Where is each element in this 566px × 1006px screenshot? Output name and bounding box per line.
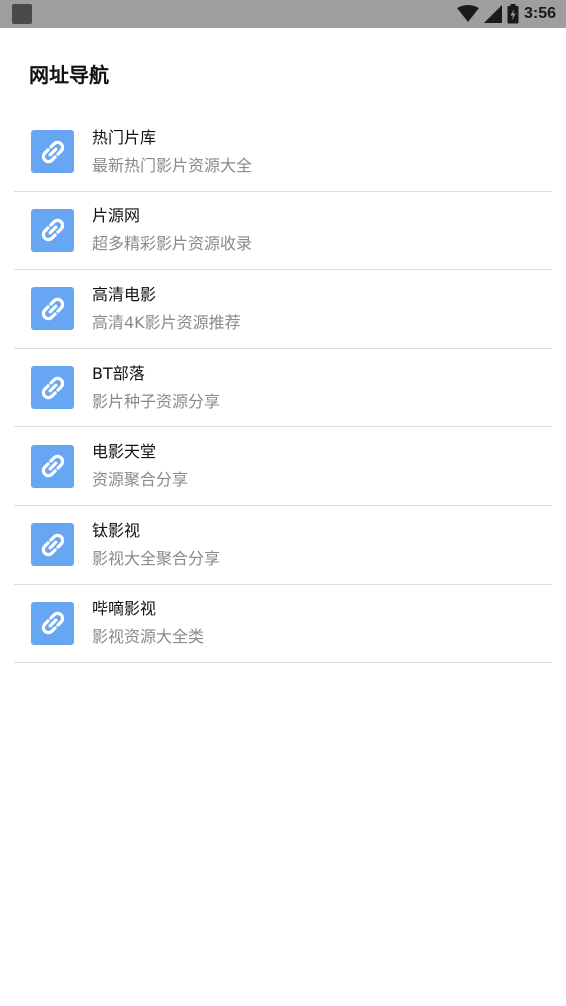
item-description: 影片种子资源分享 bbox=[92, 391, 221, 411]
item-title: BT部落 bbox=[92, 363, 145, 383]
battery-icon bbox=[507, 4, 519, 24]
item-description: 超多精彩影片资源收录 bbox=[92, 234, 253, 254]
status-time: 3:56 bbox=[523, 5, 556, 22]
list-item[interactable]: 哔嘀影视影视资源大全类 bbox=[14, 585, 552, 664]
link-icon bbox=[31, 130, 74, 174]
item-text: 钛影视影视大全聚合分享 bbox=[92, 520, 220, 570]
list-item[interactable]: 电影天堂资源聚合分享 bbox=[14, 427, 552, 506]
link-icon bbox=[31, 601, 74, 645]
notification-square-icon bbox=[12, 4, 32, 24]
item-text: BT部落影片种子资源分享 bbox=[92, 363, 220, 413]
item-description: 资源聚合分享 bbox=[92, 470, 189, 490]
item-description: 最新热门影片资源大全 bbox=[92, 155, 253, 175]
item-text: 片源网超多精彩影片资源收录 bbox=[92, 205, 252, 255]
list-item[interactable]: 高清电影高清4K影片资源推荐 bbox=[14, 270, 552, 349]
link-icon bbox=[31, 366, 74, 410]
item-title: 钛影视 bbox=[92, 520, 141, 540]
link-icon bbox=[31, 208, 74, 252]
status-icons: 3:56 bbox=[456, 4, 556, 24]
wifi-icon bbox=[456, 5, 479, 22]
status-bar: 3:56 bbox=[0, 0, 566, 28]
item-text: 热门片库最新热门影片资源大全 bbox=[92, 127, 252, 177]
list-item[interactable]: 热门片库最新热门影片资源大全 bbox=[14, 113, 552, 192]
item-text: 高清电影高清4K影片资源推荐 bbox=[92, 284, 241, 334]
item-text: 电影天堂资源聚合分享 bbox=[92, 441, 188, 491]
item-text: 哔嘀影视影视资源大全类 bbox=[92, 598, 204, 648]
link-icon bbox=[31, 444, 74, 488]
list-item[interactable]: BT部落影片种子资源分享 bbox=[14, 349, 552, 428]
item-title: 热门片库 bbox=[92, 127, 157, 147]
list-item[interactable]: 片源网超多精彩影片资源收录 bbox=[14, 192, 552, 271]
list-item[interactable]: 钛影视影视大全聚合分享 bbox=[14, 506, 552, 585]
link-icon bbox=[31, 523, 74, 567]
item-description: 高清4K影片资源推荐 bbox=[92, 312, 241, 332]
link-icon bbox=[31, 287, 74, 331]
item-title: 哔嘀影视 bbox=[92, 599, 157, 619]
item-title: 片源网 bbox=[92, 206, 141, 226]
page-title: 网址导航 bbox=[29, 63, 109, 87]
link-list: 热门片库最新热门影片资源大全 片源网超多精彩影片资源收录 高清电影高清4K影片资源推… bbox=[14, 113, 552, 664]
item-title: 高清电影 bbox=[92, 284, 157, 304]
signal-icon bbox=[483, 5, 502, 23]
item-title: 电影天堂 bbox=[92, 442, 157, 462]
item-description: 影视大全聚合分享 bbox=[92, 548, 221, 568]
item-description: 影视资源大全类 bbox=[92, 627, 205, 647]
